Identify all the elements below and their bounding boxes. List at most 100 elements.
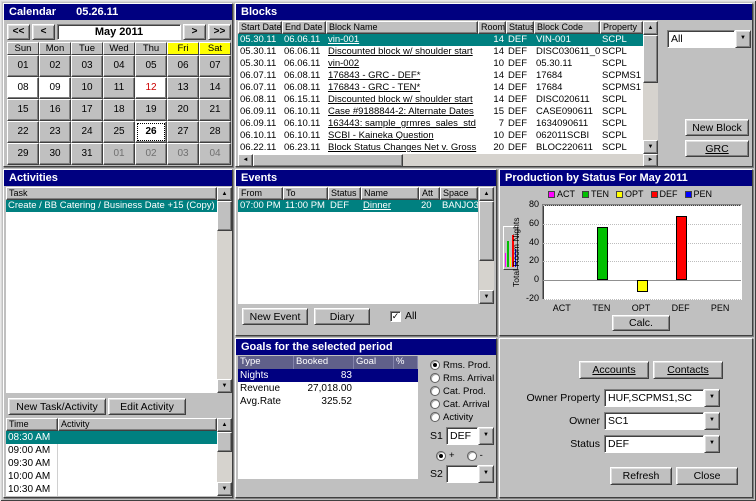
blocks-row[interactable]: 06.10.1106.10.11SCBI - Kaineka Question1… — [238, 130, 643, 142]
all-events-checkbox[interactable]: ✓ All — [390, 310, 417, 322]
calendar-day[interactable]: 18 — [103, 99, 135, 121]
calendar-day[interactable]: 21 — [199, 99, 231, 121]
calendar-day[interactable]: 24 — [71, 121, 103, 143]
status-dropdown[interactable]: DEF ▼ — [604, 435, 720, 453]
events-vertical-scrollbar[interactable]: ▲ ▼ — [479, 187, 494, 304]
dropdown-arrow-icon[interactable]: ▼ — [704, 389, 720, 407]
scrollbar-track[interactable] — [217, 432, 232, 482]
goal-filter-radio[interactable]: Cat. Prod. — [430, 385, 494, 397]
calendar-day[interactable]: 25 — [103, 121, 135, 143]
calendar-day[interactable]: 04 — [103, 55, 135, 77]
scrollbar-track[interactable] — [217, 201, 232, 379]
calendar-day[interactable]: 03 — [167, 143, 199, 165]
scrollbar-track[interactable] — [479, 201, 494, 290]
events-column-header[interactable]: From — [238, 187, 283, 200]
blocks-row[interactable]: 06.09.1106.10.11Case #9188844-2: Alterna… — [238, 106, 643, 118]
calendar-day[interactable]: 05 — [135, 55, 167, 77]
minus-radio[interactable]: - — [467, 450, 483, 462]
calendar-day[interactable]: 22 — [7, 121, 39, 143]
calendar-day[interactable]: 26 — [135, 121, 167, 143]
scroll-down-icon[interactable]: ▼ — [479, 290, 494, 304]
calendar-day[interactable]: 30 — [39, 143, 71, 165]
scrollbar-thumb[interactable] — [253, 154, 403, 167]
owner-property-dropdown[interactable]: HUF,SCPMS1,SC ▼ — [604, 389, 720, 407]
calendar-day[interactable]: 16 — [39, 99, 71, 121]
scrollbar-thumb[interactable] — [217, 432, 232, 452]
calendar-day[interactable]: 20 — [167, 99, 199, 121]
calendar-day[interactable]: 14 — [199, 77, 231, 99]
scrollbar-thumb[interactable] — [217, 201, 232, 231]
diary-button[interactable]: Diary — [314, 308, 370, 325]
calendar-day[interactable]: 02 — [135, 143, 167, 165]
calendar-day[interactable]: 04 — [199, 143, 231, 165]
blocks-horizontal-scrollbar[interactable]: ◄ ► — [238, 154, 658, 167]
events-column-header[interactable]: Space — [440, 187, 478, 200]
calendar-day[interactable]: 10 — [71, 77, 103, 99]
calendar-day[interactable]: 12 — [135, 77, 167, 99]
calendar-day[interactable]: 08 — [7, 77, 39, 99]
scrollbar-track[interactable] — [643, 35, 658, 140]
calendar-day[interactable]: 19 — [135, 99, 167, 121]
scroll-up-icon[interactable]: ▲ — [643, 21, 658, 35]
blocks-row[interactable]: 06.08.1106.15.11Discounted block w/ shou… — [238, 94, 643, 106]
blocks-column-header[interactable]: Rooms — [478, 21, 506, 34]
time-row[interactable]: 10:30 AM — [6, 483, 217, 496]
prev-year-button[interactable]: << — [7, 24, 30, 40]
scrollbar-track[interactable] — [253, 154, 643, 167]
calendar-day[interactable]: 15 — [7, 99, 39, 121]
close-button[interactable]: Close — [676, 467, 738, 485]
calendar-day[interactable]: 09 — [39, 77, 71, 99]
goals-row[interactable]: Nights83 — [238, 369, 418, 382]
goal-filter-radio[interactable]: Cat. Arrival — [430, 398, 494, 410]
task-row[interactable]: Create / BB Catering / Business Date +15… — [6, 200, 217, 212]
accounts-button[interactable]: Accounts — [579, 361, 649, 379]
calendar-day[interactable]: 27 — [167, 121, 199, 143]
scroll-down-icon[interactable]: ▼ — [217, 379, 232, 393]
time-row[interactable]: 10:00 AM — [6, 470, 217, 483]
calendar-day[interactable]: 17 — [71, 99, 103, 121]
s2-dropdown[interactable]: ▼ — [446, 465, 494, 483]
blocks-column-header[interactable]: Block Name — [326, 21, 478, 34]
new-block-button[interactable]: New Block — [685, 119, 749, 136]
new-task-activity-button[interactable]: New Task/Activity — [8, 398, 106, 415]
calendar-day[interactable]: 28 — [199, 121, 231, 143]
blocks-column-header[interactable]: Block Code — [534, 21, 600, 34]
dropdown-arrow-icon[interactable]: ▼ — [478, 465, 494, 483]
contacts-button[interactable]: Contacts — [653, 361, 723, 379]
blocks-row[interactable]: 05.30.1106.06.11vin-00114DEFVIN-001SCPL — [238, 34, 643, 46]
scroll-left-icon[interactable]: ◄ — [238, 154, 253, 167]
grc-button[interactable]: GRC — [685, 140, 749, 157]
time-row[interactable]: 09:00 AM — [6, 444, 217, 457]
scroll-down-icon[interactable]: ▼ — [643, 140, 658, 154]
calendar-day[interactable]: 23 — [39, 121, 71, 143]
blocks-column-header[interactable]: Status — [506, 21, 534, 34]
scroll-up-icon[interactable]: ▲ — [479, 187, 494, 201]
next-year-button[interactable]: >> — [208, 24, 231, 40]
dropdown-arrow-icon[interactable]: ▼ — [735, 30, 751, 48]
events-column-header[interactable]: Att — [419, 187, 440, 200]
blocks-row[interactable]: 05.30.1106.06.11Discounted block w/ shou… — [238, 46, 643, 58]
blocks-column-header[interactable]: Start Date — [238, 21, 282, 34]
owner-property-input[interactable]: HUF,SCPMS1,SC — [604, 389, 704, 407]
scroll-down-icon[interactable]: ▼ — [217, 482, 232, 496]
blocks-filter-dropdown[interactable]: All ▼ — [667, 30, 751, 48]
blocks-row[interactable]: 06.09.1106.10.11163443: sample_grmres_sa… — [238, 118, 643, 130]
task-vertical-scrollbar[interactable]: ▲ ▼ — [217, 187, 232, 393]
status-input[interactable]: DEF — [604, 435, 704, 453]
scroll-up-icon[interactable]: ▲ — [217, 187, 232, 201]
owner-dropdown[interactable]: SC1 ▼ — [604, 412, 720, 430]
calendar-day[interactable]: 11 — [103, 77, 135, 99]
time-column-header[interactable]: Activity — [58, 418, 217, 431]
calendar-day[interactable]: 01 — [7, 55, 39, 77]
calendar-day[interactable]: 06 — [167, 55, 199, 77]
time-column-header[interactable]: Time — [6, 418, 58, 431]
refresh-button[interactable]: Refresh — [610, 467, 672, 485]
goals-row[interactable]: Avg.Rate325.52 — [238, 395, 418, 408]
calendar-day[interactable]: 13 — [167, 77, 199, 99]
calendar-day[interactable]: 01 — [103, 143, 135, 165]
calc-button[interactable]: Calc. — [612, 315, 670, 331]
new-event-button[interactable]: New Event — [242, 308, 308, 325]
dropdown-arrow-icon[interactable]: ▼ — [704, 435, 720, 453]
time-row[interactable]: 08:30 AM — [6, 431, 217, 444]
scrollbar-thumb[interactable] — [479, 201, 494, 261]
